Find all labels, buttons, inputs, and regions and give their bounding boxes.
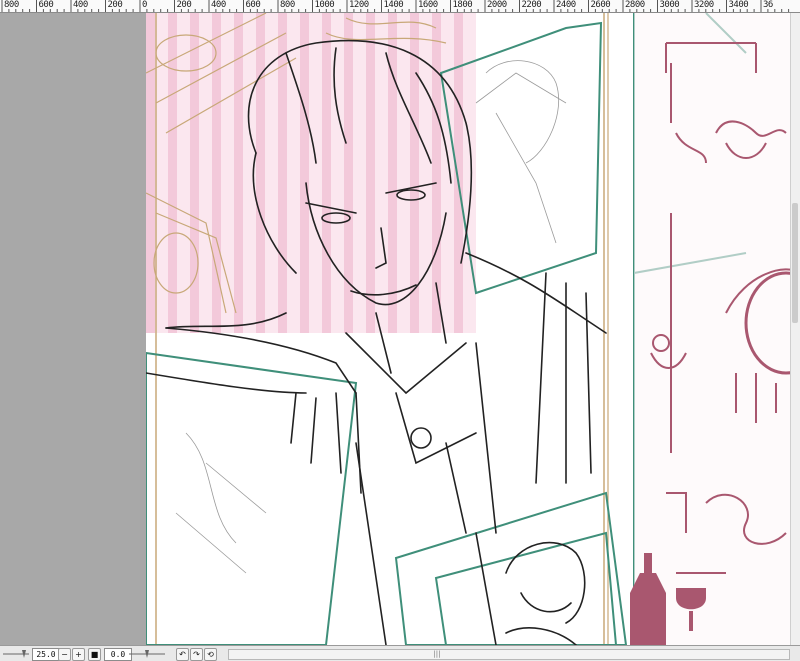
artwork — [146, 13, 800, 645]
ruler-label: 3200 — [694, 0, 714, 10]
rotation-slider-track[interactable] — [128, 648, 166, 659]
fit-screen-icon[interactable]: ■ — [88, 648, 101, 661]
zoom-slider-track[interactable] — [2, 648, 30, 659]
status-bar: 25.0 − + ■ 0.0 ↶ ↷ ⟲ ||| — [0, 645, 800, 661]
drawing-canvas[interactable] — [146, 13, 800, 645]
ruler-label: 200 — [176, 0, 192, 10]
reset-rotation-icon[interactable]: ⟲ — [204, 648, 217, 661]
ruler-label: 600 — [245, 0, 261, 10]
ruler-label: 200 — [107, 0, 123, 10]
rotate-right-icon[interactable]: ↷ — [190, 648, 203, 661]
ruler-label: 400 — [211, 0, 226, 10]
zoom-in-icon[interactable]: + — [72, 648, 85, 661]
zoom-value-field[interactable]: 25.0 — [32, 648, 60, 661]
ruler-label: 400 — [73, 0, 88, 10]
ruler-label: 1200 — [349, 0, 369, 10]
horizontal-scrollbar[interactable]: ||| — [228, 649, 790, 660]
ruler-label: 2400 — [556, 0, 576, 10]
paint-app-window: 800 600 400 200 0 200 400 600 800 1000 1200 1400 160… — [0, 0, 800, 661]
pasteboard-area — [0, 13, 146, 645]
ruler-label: 2200 — [521, 0, 542, 10]
vertical-scroll-thumb[interactable] — [792, 203, 798, 323]
ruler-label: 3000 — [659, 0, 680, 10]
ruler-label: 1400 — [383, 0, 404, 10]
ruler-label: 2000 — [487, 0, 507, 10]
ruler-label: 800 — [4, 0, 19, 10]
ruler-label: 600 — [38, 0, 54, 10]
rotate-left-icon[interactable]: ↶ — [176, 648, 189, 661]
horizontal-ruler: 800 600 400 200 0 200 400 600 800 1000 1200 1400 160… — [0, 0, 800, 13]
ruler-label: 1800 — [452, 0, 473, 10]
ruler-label: 1600 — [418, 0, 438, 10]
horizontal-scroll-grip-icon[interactable]: ||| — [425, 651, 449, 658]
striped-background — [146, 13, 476, 333]
ruler-label: 1000 — [314, 0, 335, 10]
ruler-label: 2600 — [590, 0, 611, 10]
ruler-label: 800 — [280, 0, 295, 10]
vertical-scrollbar[interactable] — [790, 13, 800, 645]
ruler-label: 2800 — [625, 0, 645, 10]
ruler-label: 3400 — [728, 0, 749, 10]
ruler-label: 0 — [142, 0, 147, 10]
ruler-label: 36 — [763, 0, 773, 10]
zoom-out-icon[interactable]: − — [58, 648, 71, 661]
